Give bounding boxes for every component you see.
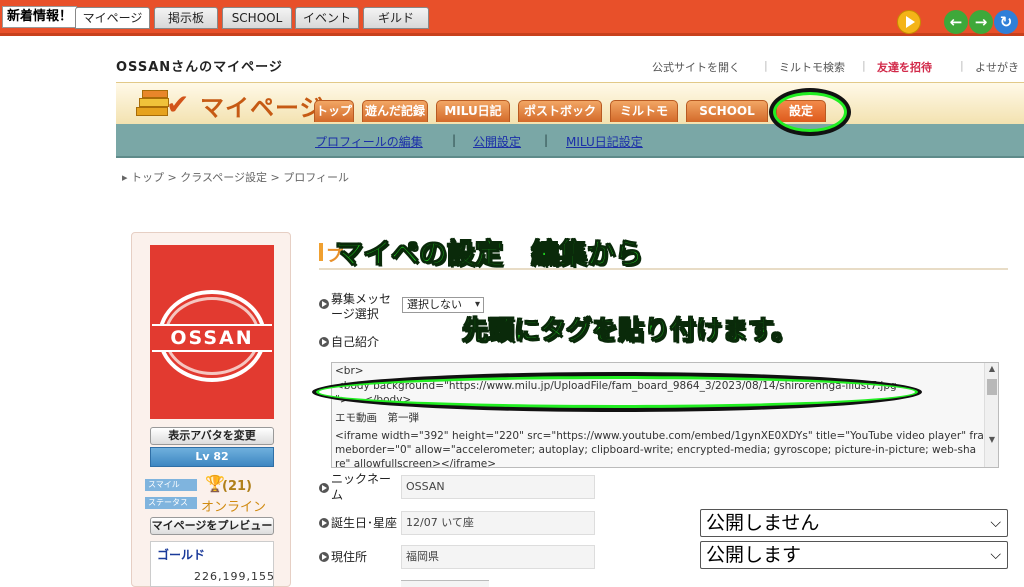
location-label: 現住所	[331, 550, 368, 564]
reload-icon[interactable]	[994, 10, 1018, 34]
banner-title: マイページ	[200, 94, 325, 122]
textarea-line: <iframe width="392" height="220" src="ht…	[335, 430, 984, 442]
scroll-down-icon[interactable]: ▼	[985, 435, 998, 444]
gold-label: ゴールド	[157, 548, 206, 562]
bullet-icon	[319, 483, 329, 493]
nav-tab-records[interactable]: 遊んだ記録	[362, 100, 428, 122]
nav-tab-friends[interactable]: ミルトモ	[610, 100, 678, 122]
top-tab-mypage[interactable]: マイページ	[75, 7, 150, 29]
header-separator: |	[862, 59, 866, 72]
diary-settings-link[interactable]: MILU日記設定	[566, 133, 643, 150]
gold-value: 226,199,155	[194, 570, 275, 583]
birthday-label: 誕生日･星座	[331, 516, 398, 530]
location-field[interactable]: 福岡県	[401, 545, 595, 569]
scroll-up-icon[interactable]: ▲	[985, 364, 998, 373]
top-tab-guild[interactable]: ギルド	[363, 7, 429, 29]
privacy-settings-link[interactable]: 公開設定	[473, 133, 521, 150]
preview-mypage-button[interactable]: マイページをプレビュー	[150, 517, 274, 535]
textarea-scrollbar[interactable]: ▲ ▼	[984, 363, 998, 467]
owner-suffix: さんのマイページ	[171, 60, 283, 75]
bullet-icon	[319, 299, 329, 309]
annotation-caption-2: 先頭にタグを貼り付けます。	[461, 316, 798, 347]
birthday-field[interactable]: 12/07 いて座	[401, 511, 595, 535]
top-bar: 新着情報！ マイページ 掲示板 SCHOOL イベント ギルド	[0, 0, 1024, 36]
invite-friend-link[interactable]: 友達を招待	[877, 59, 932, 75]
subnav-separator: |	[452, 133, 457, 147]
yosegaki-link[interactable]: よせがき	[975, 59, 1019, 75]
top-tab-board[interactable]: 掲示板	[154, 7, 218, 29]
avatar: OSSAN	[150, 245, 274, 419]
bullet-icon	[319, 552, 329, 562]
breadcrumb: ▸ トップ > クラスページ設定 > プロフィール	[122, 171, 350, 184]
nickname-label-2: ム	[331, 488, 344, 502]
news-label[interactable]: 新着情報！	[2, 6, 78, 28]
textarea-line: meborder="0" allow="accelerometer; autop…	[335, 444, 977, 456]
checkmark-icon: ✔	[166, 88, 190, 121]
level-bar: Lv 82	[150, 447, 274, 467]
official-site-link[interactable]: 公式サイトを開く	[652, 59, 740, 75]
settings-highlight-ring	[769, 88, 851, 136]
header-separator: |	[764, 59, 768, 72]
subnav-separator: |	[544, 133, 549, 147]
location-visibility-select[interactable]: 公開します	[700, 541, 1008, 569]
section-title-accent	[319, 243, 323, 261]
bullet-icon	[319, 337, 329, 347]
owner-name: OSSAN	[116, 60, 172, 75]
nav-tab-diary[interactable]: MILU日記	[436, 100, 510, 122]
trophy-count: (21)	[222, 479, 252, 494]
page-owner-title: OSSANさんのマイページ	[116, 56, 283, 75]
header-separator: |	[960, 59, 964, 72]
textarea-line: re" allowfullscreen></iframe>	[335, 458, 497, 468]
change-avatar-button[interactable]: 表示アバタを変更	[150, 427, 274, 445]
avatar-logo-text: OSSAN	[170, 327, 254, 349]
textarea-line: <br>	[335, 365, 364, 377]
scroll-thumb[interactable]	[987, 379, 997, 395]
friend-search-link[interactable]: ミルトモ検索	[779, 59, 845, 75]
textarea-line: エモ動画 第一弾	[335, 412, 419, 424]
style-badge: スマイル	[145, 479, 197, 491]
online-status: オンライン	[201, 500, 267, 515]
nav-tab-school[interactable]: SCHOOL	[686, 100, 768, 122]
recruit-message-label: 募集メッセージ選択	[331, 292, 392, 321]
forward-arrow-icon[interactable]	[969, 10, 993, 34]
nav-tab-postbox[interactable]: ポストボックス	[518, 100, 602, 139]
edit-profile-link[interactable]: プロフィールの編集	[315, 133, 423, 150]
nav-tab-top[interactable]: トップ	[314, 100, 354, 122]
top-tab-event[interactable]: イベント	[295, 7, 359, 29]
top-tab-school[interactable]: SCHOOL	[222, 7, 292, 29]
tag-highlight-ring	[312, 372, 922, 412]
page: 新着情報！ マイページ 掲示板 SCHOOL イベント ギルド OSSANさんの…	[0, 0, 1024, 587]
self-intro-label: 自己紹介	[331, 335, 380, 349]
nickname-field[interactable]: OSSAN	[401, 475, 595, 499]
status-badge: ステータス	[145, 497, 197, 509]
annotation-caption-1: マイペの設定 編集から	[334, 237, 644, 271]
birthday-visibility-select[interactable]: 公開しません	[700, 509, 1008, 537]
nickname-label-1: ニックネー	[331, 472, 392, 486]
back-arrow-icon[interactable]	[944, 10, 968, 34]
next-field[interactable]	[401, 580, 489, 587]
play-icon[interactable]	[897, 10, 921, 34]
bullet-icon	[319, 518, 329, 528]
